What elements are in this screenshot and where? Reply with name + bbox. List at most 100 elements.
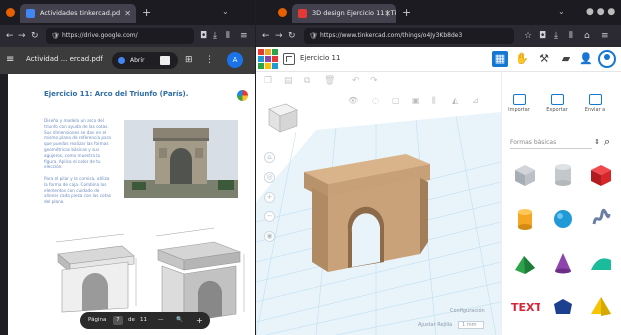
hand-icon[interactable]: ✋ bbox=[514, 51, 530, 67]
menu-icon[interactable]: ≡ bbox=[240, 30, 248, 42]
tinkercad-logo-icon[interactable] bbox=[258, 49, 278, 69]
zoom-out-button[interactable]: — bbox=[158, 312, 164, 329]
shape-text[interactable]: TEXT bbox=[510, 296, 540, 316]
back-icon[interactable]: ← bbox=[6, 30, 14, 42]
home-icon[interactable]: ⌂ bbox=[584, 30, 590, 42]
chevron-down-icon: ⇕ bbox=[594, 138, 600, 146]
shape-box[interactable] bbox=[588, 162, 614, 188]
pocket-icon[interactable]: ◘ bbox=[200, 30, 207, 42]
bookmark-icon[interactable]: ☆ bbox=[524, 30, 532, 42]
export-icon bbox=[550, 94, 564, 105]
add-shortcut-icon[interactable]: ⊞ bbox=[185, 54, 193, 66]
shape-cone[interactable] bbox=[550, 250, 576, 276]
grid-view-icon[interactable]: ▦ bbox=[492, 51, 508, 67]
more-options-icon[interactable]: ⋮ bbox=[205, 54, 214, 66]
shape-sphere[interactable] bbox=[550, 206, 576, 232]
mirror-icon[interactable]: ◭ bbox=[452, 96, 458, 105]
pdf-menu-icon[interactable]: ≡ bbox=[6, 54, 14, 66]
avatar[interactable]: A bbox=[227, 52, 243, 68]
tab-actividades[interactable]: Actividades tinkercad.pd ✕ bbox=[20, 4, 136, 23]
shape-round-roof[interactable] bbox=[588, 250, 614, 276]
url-bar[interactable]: 🛡 https://www.tinkercad.com/things/o4Jy3… bbox=[304, 28, 514, 44]
app-icon bbox=[160, 56, 170, 65]
snap-grid-select[interactable]: 1 mm bbox=[458, 321, 484, 329]
svg-text:TEXT: TEXT bbox=[511, 301, 540, 314]
zoom-in-button[interactable]: + bbox=[196, 312, 203, 329]
shape-polygon[interactable] bbox=[550, 294, 576, 320]
home-view-icon[interactable]: ⌂ bbox=[264, 152, 275, 163]
reload-icon[interactable]: ↻ bbox=[288, 30, 296, 42]
shape-cylinder[interactable] bbox=[512, 206, 538, 232]
current-page-input[interactable]: 7 bbox=[113, 316, 123, 325]
ruler-icon[interactable]: ⊿ bbox=[472, 96, 479, 105]
close-tab-icon[interactable]: ✕ bbox=[384, 4, 391, 23]
shape-cylinder-striped[interactable] bbox=[550, 162, 576, 188]
edit-toolbar: ❐ ▤ ⧉ 🗑 ↶ ↷ bbox=[256, 72, 501, 92]
avatar[interactable] bbox=[598, 50, 616, 68]
design-name[interactable]: Ejercicio 11 bbox=[300, 54, 340, 62]
pickaxe-icon[interactable]: ⚒ bbox=[536, 51, 552, 67]
tab-list-chevron-icon[interactable]: ⌄ bbox=[222, 7, 229, 16]
design-grid-icon[interactable] bbox=[283, 53, 295, 65]
new-tab-icon[interactable]: + bbox=[142, 6, 151, 19]
tab-list-chevron-icon[interactable]: ⌄ bbox=[558, 7, 565, 16]
add-user-icon[interactable]: 👤 bbox=[578, 51, 594, 67]
redo-icon[interactable]: ↷ bbox=[370, 76, 378, 86]
url-bar[interactable]: 🛡 https://drive.google.com/ bbox=[46, 28, 194, 44]
firefox-icon bbox=[6, 8, 15, 17]
pdf-toolbar: ≡ Actividad ... ercad.pdf Abrir ⊞ ⋮ A bbox=[0, 47, 255, 74]
open-with-button[interactable]: Abrir bbox=[112, 52, 178, 69]
library-icon[interactable]: ⫴ bbox=[226, 30, 230, 42]
menu-icon[interactable]: ≡ bbox=[601, 30, 609, 42]
close-tab-icon[interactable]: ✕ bbox=[124, 4, 131, 23]
nav-bar: ← → ↻ 🛡 https://www.tinkercad.com/things… bbox=[256, 25, 621, 47]
arc-triomphe-photo bbox=[124, 120, 238, 198]
forward-icon[interactable]: → bbox=[275, 30, 283, 42]
copy-icon[interactable]: ❐ bbox=[264, 76, 272, 86]
window-dots-icon[interactable]: ● ● ● bbox=[586, 7, 615, 17]
arch-drawing-perspective bbox=[155, 227, 245, 323]
new-tab-icon[interactable]: + bbox=[402, 6, 411, 19]
lock-icon: 🛡 bbox=[309, 32, 318, 40]
export-button[interactable]: Exportar bbox=[542, 94, 572, 113]
pocket-icon[interactable]: ◘ bbox=[539, 30, 546, 42]
align-icon[interactable]: ⫼ bbox=[432, 96, 436, 106]
zoom-out-icon[interactable]: − bbox=[264, 211, 275, 222]
tab-tinkercad[interactable]: 3D design Ejercicio 11 | Ti ✕ bbox=[292, 4, 396, 23]
search-icon[interactable]: ⌕ bbox=[604, 135, 610, 149]
perspective-icon[interactable]: ◉ bbox=[264, 231, 275, 242]
paste-icon[interactable]: ▤ bbox=[284, 76, 293, 86]
send-to-button[interactable]: Enviar a bbox=[580, 94, 610, 113]
pdf-filename: Actividad ... ercad.pdf bbox=[26, 55, 103, 63]
import-button[interactable]: Importar bbox=[504, 94, 534, 113]
fit-view-icon[interactable]: ◎ bbox=[264, 172, 275, 183]
shape-roof[interactable] bbox=[512, 250, 538, 276]
brick-icon[interactable]: ▰ bbox=[558, 51, 574, 67]
light-bulb-icon[interactable]: ◌ bbox=[372, 96, 379, 105]
zoom-in-icon[interactable]: + bbox=[264, 192, 275, 203]
tab-strip: 3D design Ejercicio 11 | Ti ✕ + ⌄ ● ● ● bbox=[256, 0, 621, 25]
view-cube[interactable] bbox=[266, 100, 300, 134]
shape-category-select[interactable]: Formas básicas ⇕ bbox=[510, 136, 600, 149]
duplicate-icon[interactable]: ⧉ bbox=[304, 76, 310, 86]
visibility-icon[interactable]: 👁 bbox=[348, 96, 358, 105]
reload-icon[interactable]: ↻ bbox=[31, 30, 39, 42]
library-icon[interactable]: ⫴ bbox=[569, 30, 573, 42]
shape-outline-icon[interactable]: ▢ bbox=[392, 96, 400, 105]
settings-label[interactable]: Configuración bbox=[450, 308, 485, 314]
tab-strip: Actividades tinkercad.pd ✕ + ⌄ bbox=[0, 0, 255, 25]
shape-pyramid[interactable] bbox=[588, 294, 614, 320]
download-icon[interactable]: ⤓ bbox=[554, 30, 558, 42]
pdf-page: Ejercicio 11: Arco del Triunfo (París). … bbox=[8, 74, 255, 335]
delete-icon[interactable]: 🗑 bbox=[324, 76, 335, 86]
download-icon[interactable]: ⤓ bbox=[213, 30, 217, 42]
open-with-label: Abrir bbox=[130, 57, 145, 64]
drive-favicon-icon bbox=[26, 9, 35, 18]
group-icon[interactable]: ▣ bbox=[412, 96, 420, 105]
forward-icon[interactable]: → bbox=[18, 30, 26, 42]
back-icon[interactable]: ← bbox=[262, 30, 270, 42]
shape-box-striped[interactable] bbox=[512, 162, 538, 188]
shape-scribble[interactable] bbox=[588, 206, 614, 232]
left-browser-window: Actividades tinkercad.pd ✕ + ⌄ ← → ↻ 🛡 h… bbox=[0, 0, 255, 335]
undo-icon[interactable]: ↶ bbox=[352, 76, 360, 86]
